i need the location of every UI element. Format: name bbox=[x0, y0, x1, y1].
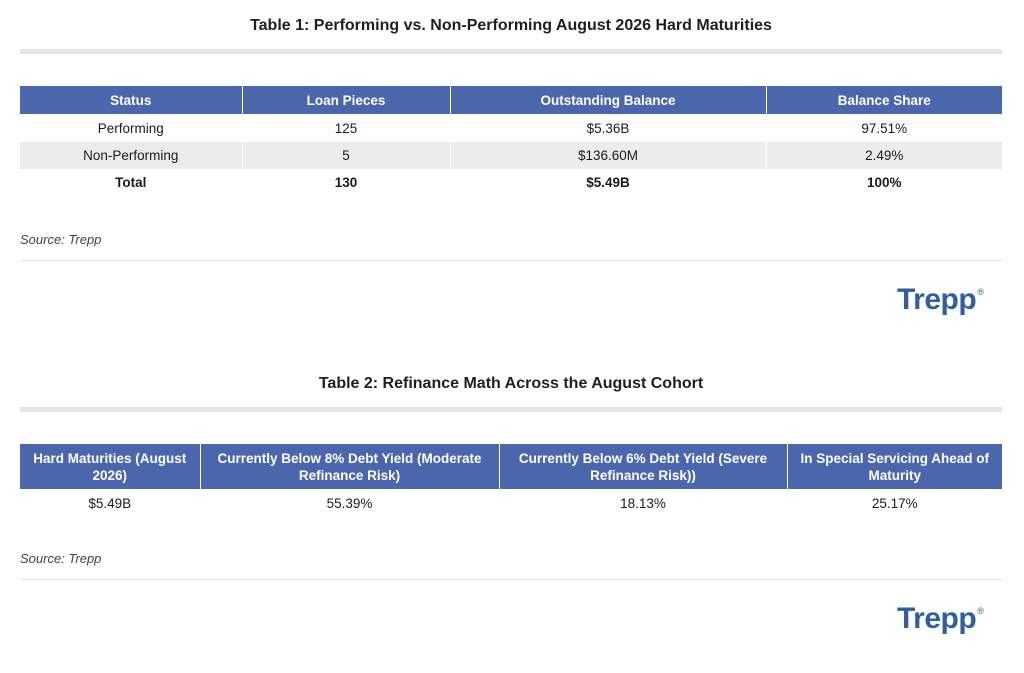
table1-cell: $136.60M bbox=[450, 142, 767, 169]
table2: Hard Maturities (August 2026) Currently … bbox=[20, 444, 1002, 517]
table2-header-special-servicing: In Special Servicing Ahead of Maturity bbox=[787, 444, 1002, 489]
table1: Status Loan Pieces Outstanding Balance B… bbox=[20, 86, 1002, 196]
table2-title: Table 2: Refinance Math Across the Augus… bbox=[318, 375, 704, 392]
table1-header-loan-pieces: Loan Pieces bbox=[242, 86, 451, 114]
table1-header-row: Status Loan Pieces Outstanding Balance B… bbox=[20, 86, 1002, 114]
table1-cell: 97.51% bbox=[861, 120, 908, 136]
table1-header-outstanding-balance: Outstanding Balance bbox=[450, 86, 767, 114]
table-row: Non-Performing 5 $136.60M 2.49% bbox=[20, 142, 1002, 169]
table1-cell: Performing bbox=[20, 114, 243, 142]
table1-cell: 100% bbox=[866, 175, 902, 190]
table2-cell: 25.17% bbox=[871, 495, 918, 511]
table-total-row: Total 130 $5.49B 100% bbox=[20, 169, 1002, 196]
table1-source-divider bbox=[20, 260, 1002, 261]
table1-cell: 125 bbox=[242, 114, 451, 142]
table1-cell: $5.49B bbox=[450, 169, 767, 196]
table2-header-hard-maturities: Hard Maturities (August 2026) bbox=[20, 444, 201, 489]
table1-cell: $5.36B bbox=[450, 114, 767, 142]
table2-header-below-8-debt-yield: Currently Below 8% Debt Yield (Moderate … bbox=[200, 444, 500, 489]
table1-title: Table 1: Performing vs. Non-Performing A… bbox=[250, 17, 772, 34]
trepp-logo: Trepp® bbox=[897, 283, 984, 316]
table2-source: Source: Trepp bbox=[20, 551, 102, 566]
table1-title-divider bbox=[20, 49, 1002, 54]
table2-header-below-6-debt-yield: Currently Below 6% Debt Yield (Severe Re… bbox=[499, 444, 788, 489]
table2-cell: 55.39% bbox=[200, 489, 500, 517]
table-row: $5.49B 55.39% 18.13% 25.17% bbox=[20, 489, 1002, 517]
table-row: Performing 125 $5.36B 97.51% bbox=[20, 114, 1002, 142]
table2-cell: $5.49B bbox=[20, 489, 201, 517]
trepp-logo: Trepp® bbox=[897, 602, 984, 635]
table1-cell: Non-Performing bbox=[20, 142, 243, 169]
table1-header-balance-share: Balance Share bbox=[766, 86, 1002, 114]
table1-cell: 5 bbox=[242, 142, 451, 169]
table2-title-divider bbox=[20, 407, 1002, 412]
table1-source: Source: Trepp bbox=[20, 232, 102, 247]
table1-cell: Total bbox=[20, 169, 243, 196]
table2-header-row: Hard Maturities (August 2026) Currently … bbox=[20, 444, 1002, 489]
table2-source-divider bbox=[20, 579, 1002, 580]
table1-header-status: Status bbox=[20, 86, 243, 114]
table1-cell: 2.49% bbox=[766, 142, 1002, 169]
table1-cell: 130 bbox=[242, 169, 451, 196]
table2-cell: 18.13% bbox=[499, 489, 788, 517]
